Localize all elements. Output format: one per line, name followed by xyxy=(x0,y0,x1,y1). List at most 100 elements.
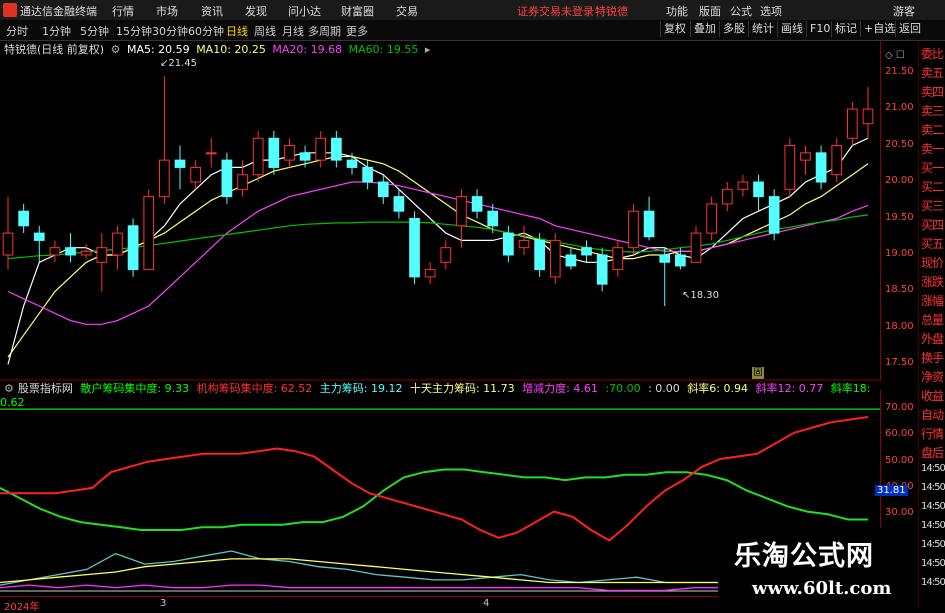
chart-area[interactable] xyxy=(0,41,880,596)
menu-gongshi[interactable]: 公式 xyxy=(730,3,752,19)
side-panel-item[interactable]: 净资 xyxy=(921,368,945,385)
btn-duogu[interactable]: 多股 xyxy=(719,21,748,37)
period-daily[interactable]: 日线 xyxy=(226,23,248,39)
side-panel-item[interactable]: 行情 xyxy=(921,425,945,442)
btn-tongji[interactable]: 统计 xyxy=(748,21,777,37)
candle-body xyxy=(2,232,14,256)
side-panel-item[interactable]: 14:50 xyxy=(921,482,945,493)
btn-diejia[interactable]: 叠加 xyxy=(690,21,719,37)
candle-body xyxy=(659,254,671,263)
price-tick: 20.50 xyxy=(885,138,914,150)
indicator-header: ⚙ 股票指标网 散户筹码集中度: 9.33 机构筹码集中度: 62.52 主力筹码… xyxy=(0,380,880,409)
btn-f10[interactable]: F10 xyxy=(806,21,833,37)
side-panel-item[interactable]: 涨跌 xyxy=(921,273,945,290)
period-fenshi[interactable]: 分时 xyxy=(6,23,28,39)
candle-body xyxy=(612,247,624,271)
side-panel-item[interactable]: 收益 xyxy=(921,387,945,404)
event-badge[interactable]: 固 xyxy=(752,367,764,379)
period-1min[interactable]: 1分钟 xyxy=(42,23,71,39)
app-logo-icon xyxy=(3,3,17,17)
side-panel-item[interactable]: 外盘 xyxy=(921,330,945,347)
candle-body xyxy=(159,159,170,198)
candle-body xyxy=(737,181,749,190)
candle-body xyxy=(49,247,61,256)
side-panel-item[interactable]: 14:50 xyxy=(921,520,945,531)
candle-body xyxy=(112,232,123,256)
btn-zixuan[interactable]: +自选 xyxy=(860,21,898,37)
side-panel-item[interactable]: 14:50 xyxy=(921,463,945,474)
side-panel-item[interactable]: 现价 xyxy=(921,254,945,271)
xaxis-month-3: 3 xyxy=(160,598,167,609)
menu-gongneng[interactable]: 功能 xyxy=(666,3,688,19)
guest-user[interactable]: 游客 xyxy=(893,3,915,19)
menu-hangqing[interactable]: 行情 xyxy=(112,3,134,19)
menu-faxian[interactable]: 发现 xyxy=(245,3,267,19)
candle-body xyxy=(96,247,108,263)
inst-concentration: 机构筹码集中度: 62.52 xyxy=(196,382,313,395)
side-panel-item[interactable]: 14:50 xyxy=(921,577,945,588)
candle-body xyxy=(471,196,483,212)
side-panel-item[interactable]: 买三 xyxy=(921,197,945,214)
side-panel-item[interactable]: 盘后 xyxy=(921,444,945,461)
candle-body xyxy=(768,196,780,234)
candle-body xyxy=(628,210,639,249)
candle-body xyxy=(675,254,686,267)
low-annotation: ↖18.30 xyxy=(682,290,720,301)
side-panel-item[interactable]: 委比 xyxy=(921,45,945,62)
menu-caifuquan[interactable]: 财富圈 xyxy=(341,3,374,19)
menu-shichang[interactable]: 市场 xyxy=(156,3,178,19)
side-panel-item[interactable]: 总量 xyxy=(921,311,945,328)
level-70: :70.00 xyxy=(605,382,641,395)
watermark-url: www.60lt.com xyxy=(752,578,892,599)
period-5min[interactable]: 5分钟 xyxy=(80,23,109,39)
side-panel-item[interactable]: 买二 xyxy=(921,178,945,195)
menu-zixun[interactable]: 资讯 xyxy=(201,3,223,19)
side-panel-item[interactable]: 卖三 xyxy=(921,102,945,119)
side-panel-item[interactable]: 卖四 xyxy=(921,83,945,100)
candle-body xyxy=(847,108,858,139)
candle-body xyxy=(596,254,608,285)
login-status[interactable]: 证券交易未登录 xyxy=(517,3,594,19)
side-panel-item[interactable]: 卖一 xyxy=(921,140,945,157)
btn-fanhui[interactable]: 返回 xyxy=(895,21,924,37)
side-panel-item[interactable]: 卖二 xyxy=(921,121,945,138)
candle-body xyxy=(487,210,499,227)
side-panel-item[interactable]: 买五 xyxy=(921,235,945,252)
side-panel-item[interactable]: 买一 xyxy=(921,159,945,176)
period-multi[interactable]: 多周期 xyxy=(308,23,341,39)
btn-fuquan[interactable]: 复权 xyxy=(660,21,689,37)
indicator-tick: 50.00 xyxy=(885,454,914,466)
price-axis: ◇ ☐ 21.50 21.00 20.50 20.00 19.50 19.00 18.50 1… xyxy=(880,41,919,381)
period-weekly[interactable]: 周线 xyxy=(254,23,276,39)
period-more[interactable]: 更多 xyxy=(346,23,368,39)
candle-body xyxy=(252,137,264,176)
side-panel-item[interactable]: 换手 xyxy=(921,349,945,366)
period-15min[interactable]: 15分钟 xyxy=(116,23,152,39)
period-60min[interactable]: 60分钟 xyxy=(188,23,224,39)
candle-body xyxy=(534,239,545,271)
menu-banmian[interactable]: 版面 xyxy=(699,3,721,19)
side-panel-item[interactable]: 买四 xyxy=(921,216,945,233)
btn-huaxian[interactable]: 画线 xyxy=(777,21,806,37)
side-panel-item[interactable]: 14:50 xyxy=(921,558,945,569)
main-chips: 主力筹码: 19.12 xyxy=(319,382,403,395)
side-panel-item[interactable]: 自动 xyxy=(921,406,945,423)
candle-body xyxy=(690,232,702,263)
candle-body xyxy=(581,247,592,256)
candle-body xyxy=(143,196,155,271)
menu-wenxiaoda[interactable]: 问小达 xyxy=(288,3,321,19)
side-panel-item[interactable]: 14:50 xyxy=(921,501,945,512)
period-30min[interactable]: 30分钟 xyxy=(152,23,188,39)
candle-body xyxy=(33,232,45,241)
menu-xuanxiang[interactable]: 选项 xyxy=(760,3,782,19)
btn-biaoji[interactable]: 标记 xyxy=(831,21,860,37)
side-panel-item[interactable]: 卖五 xyxy=(921,64,945,81)
candle-body xyxy=(205,152,217,155)
indicator-name[interactable]: 股票指标网 xyxy=(18,382,73,395)
period-monthly[interactable]: 月线 xyxy=(282,23,304,39)
menu-jiaoyi[interactable]: 交易 xyxy=(396,3,418,19)
indicator-gear-icon[interactable]: ⚙ xyxy=(4,382,14,395)
side-panel-item[interactable]: 涨幅 xyxy=(921,292,945,309)
side-panel-item[interactable]: 14:50 xyxy=(921,539,945,550)
slope12: 斜率12: 0.77 xyxy=(755,382,824,395)
